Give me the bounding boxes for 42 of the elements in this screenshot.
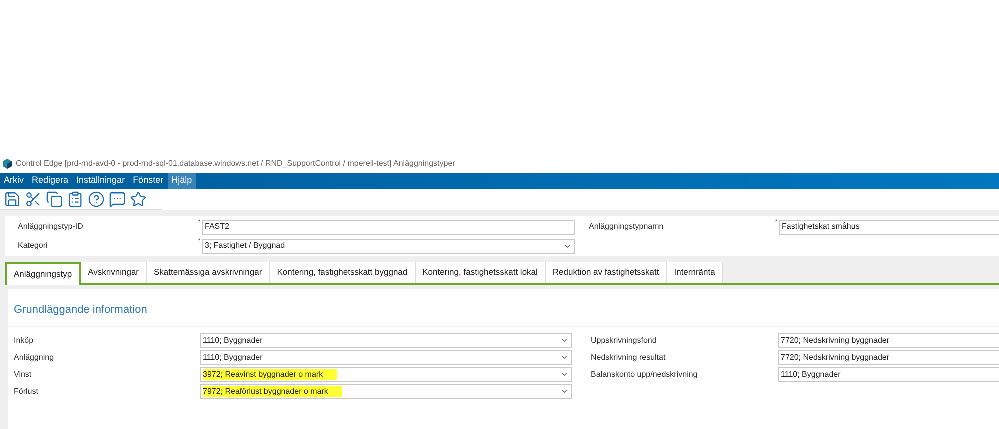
tab[interactable]: Skattemässiga avskrivningar <box>147 262 270 283</box>
field-label: Anläggning <box>14 352 56 364</box>
field-label: Kategori <box>18 240 49 252</box>
window-title: Control Edge [prd-rnd-avd-0 - prod-rnd-sql-01.database.windows.net / RND_SupportControl / mperell-test] Anläggningstyper <box>16 158 456 170</box>
field-label: Inköp <box>14 334 35 347</box>
tab[interactable]: Internränta <box>667 262 724 283</box>
menu-item[interactable]: Fönster <box>129 173 168 190</box>
dropdown-field[interactable]: 3972; Reavinst byggnader o mark <box>200 367 572 382</box>
menu-item[interactable]: Inställningar <box>72 173 130 190</box>
dropdown-field[interactable]: 7972; Reaförlust byggnader o mark <box>200 384 572 400</box>
menu-item[interactable]: Redigera <box>28 173 73 190</box>
help-icon[interactable] <box>88 190 105 208</box>
menu-item[interactable]: Arkiv <box>0 173 28 190</box>
save-icon[interactable] <box>4 190 21 208</box>
app-logo-icon <box>3 158 12 169</box>
input-field[interactable]: Fastighetskat småhus <box>779 220 999 235</box>
input-field[interactable]: FAST2 <box>202 220 575 235</box>
paste-icon[interactable] <box>67 190 84 208</box>
field-label: Uppskrivningsfond <box>591 334 658 347</box>
star-icon[interactable] <box>130 190 147 208</box>
cut-icon[interactable] <box>25 190 42 208</box>
chat-icon[interactable] <box>109 190 126 208</box>
field-label: Anläggningstyp-ID <box>18 221 84 234</box>
tab[interactable]: Kontering, fastighetsskatt lokal <box>416 262 546 283</box>
dropdown-field[interactable]: 1110; Byggnader <box>200 333 572 348</box>
input-field[interactable]: 1110; Byggnader <box>778 367 999 382</box>
field-label: Anläggningstypnamn <box>589 221 665 234</box>
copy-icon[interactable] <box>46 190 63 208</box>
input-field[interactable]: 7720; Nedskrivning byggnader <box>778 333 999 348</box>
field-label: Vinst <box>14 368 33 381</box>
tab[interactable]: Avskrivningar <box>81 262 148 283</box>
dropdown-field[interactable]: 1110; Byggnader <box>200 350 572 366</box>
input-field[interactable]: 7720; Nedskrivning byggnader <box>778 350 999 366</box>
field-label: Nedskrivning resultat <box>591 352 667 364</box>
tab[interactable]: Anläggningstyp <box>5 262 82 285</box>
tab[interactable]: Kontering, fastighetsskatt byggnad <box>270 262 416 283</box>
section-title: Grundläggande information <box>8 288 999 328</box>
dropdown-field[interactable]: 3; Fastighet / Byggnad <box>202 238 575 254</box>
menu-item[interactable]: Hjälp <box>168 173 196 190</box>
field-label: Förlust <box>14 386 40 398</box>
tab[interactable]: Reduktion av fastighetsskatt <box>546 262 668 283</box>
field-label: Balanskonto upp/nedskrivning <box>591 368 699 381</box>
